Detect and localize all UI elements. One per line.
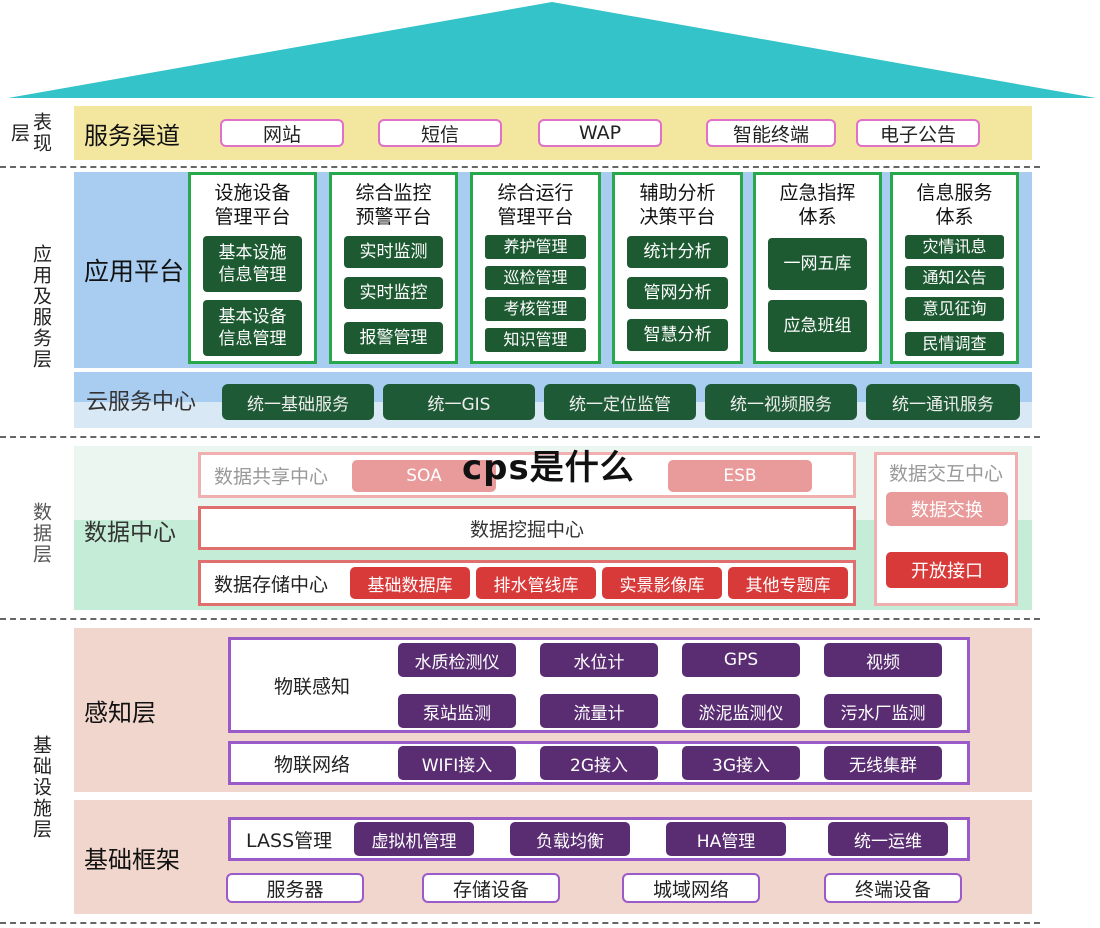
separator-4 xyxy=(0,922,1040,924)
app-column-1: 设施设备 管理平台基本设施 信息管理 基本设备 信息管理 xyxy=(188,172,317,364)
sensor-pump-station[interactable]: 泵站监测 xyxy=(398,694,516,728)
app-column-title: 信息服务 体系 xyxy=(916,182,993,228)
app-item[interactable]: 巡检管理 xyxy=(485,266,586,290)
data-exchange[interactable]: 数据交换 xyxy=(886,492,1008,526)
app-item[interactable]: 管网分析 xyxy=(627,277,728,309)
app-item[interactable]: 报警管理 xyxy=(344,322,443,354)
layer-label-application: 应用及服务层 xyxy=(30,244,52,370)
network-wireless-cluster[interactable]: 无线集群 xyxy=(824,746,942,780)
separator-1 xyxy=(0,166,1040,168)
storage-drainage-db[interactable]: 排水管线库 xyxy=(476,567,596,599)
app-item[interactable]: 实时监测 xyxy=(344,236,443,268)
lass-unified-ops[interactable]: 统一运维 xyxy=(828,822,948,856)
lass-vm-management[interactable]: 虚拟机管理 xyxy=(354,822,474,856)
app-column-6: 信息服务 体系灾情讯息通知公告意见征询民情调查 xyxy=(890,172,1019,364)
storage-thematic-db[interactable]: 其他专题库 xyxy=(728,567,848,599)
channel-e-notice[interactable]: 电子公告 xyxy=(856,119,980,147)
open-interface[interactable]: 开放接口 xyxy=(886,552,1008,588)
data-storage-label: 数据存储中心 xyxy=(214,573,329,596)
channel-sms[interactable]: 短信 xyxy=(378,119,502,147)
data-interaction-label: 数据交互中心 xyxy=(888,462,1003,485)
network-2g[interactable]: 2G接入 xyxy=(540,746,658,780)
service-channels-title: 服务渠道 xyxy=(84,121,180,150)
app-column-title: 综合运行 管理平台 xyxy=(497,182,574,228)
app-column-title: 应急指挥 体系 xyxy=(779,182,856,228)
sensor-sewage-plant[interactable]: 污水厂监测 xyxy=(824,694,942,728)
overlay-title: cps是什么 xyxy=(462,448,635,488)
channel-smart-terminal[interactable]: 智能终端 xyxy=(706,119,836,147)
infra-storage[interactable]: 存储设备 xyxy=(422,873,560,903)
app-item[interactable]: 基本设施 信息管理 xyxy=(203,236,302,292)
sensor-water-level[interactable]: 水位计 xyxy=(540,643,658,677)
app-item[interactable]: 智慧分析 xyxy=(627,319,728,351)
cloud-center-title: 云服务中心 xyxy=(86,390,197,415)
app-item[interactable]: 养护管理 xyxy=(485,235,586,259)
app-item[interactable]: 实时监控 xyxy=(344,277,443,309)
app-column-4: 辅助分析 决策平台统计分析管网分析智慧分析 xyxy=(612,172,743,364)
layer-label-data: 数据层 xyxy=(30,501,52,565)
separator-3 xyxy=(0,618,1040,620)
app-column-5: 应急指挥 体系一网五库应急班组 xyxy=(753,172,882,364)
app-platform-title: 应用平台 xyxy=(84,257,185,286)
app-item[interactable]: 一网五库 xyxy=(768,238,867,290)
app-item[interactable]: 民情调查 xyxy=(905,332,1004,356)
cloud-video[interactable]: 统一视频服务 xyxy=(705,384,857,420)
sensor-gps[interactable]: GPS xyxy=(682,643,800,677)
lass-label: LASS管理 xyxy=(246,829,333,852)
network-3g[interactable]: 3G接入 xyxy=(682,746,800,780)
channel-wap[interactable]: WAP xyxy=(538,119,662,147)
iot-network-label: 物联网络 xyxy=(274,753,351,776)
app-item[interactable]: 知识管理 xyxy=(485,328,586,352)
roof-shape xyxy=(8,2,1096,98)
app-item[interactable]: 基本设备 信息管理 xyxy=(203,300,302,356)
cloud-basic-service[interactable]: 统一基础服务 xyxy=(222,384,374,420)
sensor-video[interactable]: 视频 xyxy=(824,643,942,677)
infra-terminal[interactable]: 终端设备 xyxy=(824,873,962,903)
framework-title: 基础框架 xyxy=(84,845,180,874)
data-center-title: 数据中心 xyxy=(84,520,176,546)
iot-sensing-label: 物联感知 xyxy=(274,675,351,698)
infra-metro-network[interactable]: 城域网络 xyxy=(622,873,760,903)
app-item[interactable]: 通知公告 xyxy=(905,266,1004,290)
app-column-3: 综合运行 管理平台养护管理巡检管理考核管理知识管理 xyxy=(470,172,601,364)
app-item[interactable]: 灾情讯息 xyxy=(905,235,1004,259)
network-wifi[interactable]: WIFI接入 xyxy=(398,746,516,780)
data-mining-center[interactable]: 数据挖掘中心 xyxy=(198,506,856,550)
storage-imagery-db[interactable]: 实景影像库 xyxy=(602,567,722,599)
layer-label-presentation: 表现层 xyxy=(8,112,52,154)
cloud-communication[interactable]: 统一通讯服务 xyxy=(866,384,1020,420)
lass-ha-management[interactable]: HA管理 xyxy=(666,822,786,856)
storage-base-db[interactable]: 基础数据库 xyxy=(350,567,470,599)
app-column-title: 综合监控 预警平台 xyxy=(355,182,432,228)
cloud-gis[interactable]: 统一GIS xyxy=(383,384,535,420)
sensor-water-quality[interactable]: 水质检测仪 xyxy=(398,643,516,677)
app-column-2: 综合监控 预警平台实时监测实时监控报警管理 xyxy=(329,172,458,364)
app-item[interactable]: 统计分析 xyxy=(627,236,728,268)
app-column-title: 辅助分析 决策平台 xyxy=(639,182,716,228)
cloud-location[interactable]: 统一定位监管 xyxy=(544,384,696,420)
lass-load-balancing[interactable]: 负载均衡 xyxy=(510,822,630,856)
sensor-flow-meter[interactable]: 流量计 xyxy=(540,694,658,728)
sensor-sludge[interactable]: 淤泥监测仪 xyxy=(682,694,800,728)
perception-title: 感知层 xyxy=(84,698,156,727)
app-item[interactable]: 意见征询 xyxy=(905,297,1004,321)
infra-server[interactable]: 服务器 xyxy=(226,873,364,903)
app-column-title: 设施设备 管理平台 xyxy=(214,182,291,228)
layer-label-infrastructure: 基础设施层 xyxy=(30,734,52,840)
data-sharing-label: 数据共享中心 xyxy=(214,465,329,488)
data-sharing-esb[interactable]: ESB xyxy=(668,460,812,492)
separator-2 xyxy=(0,436,1040,438)
app-item[interactable]: 应急班组 xyxy=(768,300,867,352)
app-item[interactable]: 考核管理 xyxy=(485,297,586,321)
channel-website[interactable]: 网站 xyxy=(220,119,344,147)
